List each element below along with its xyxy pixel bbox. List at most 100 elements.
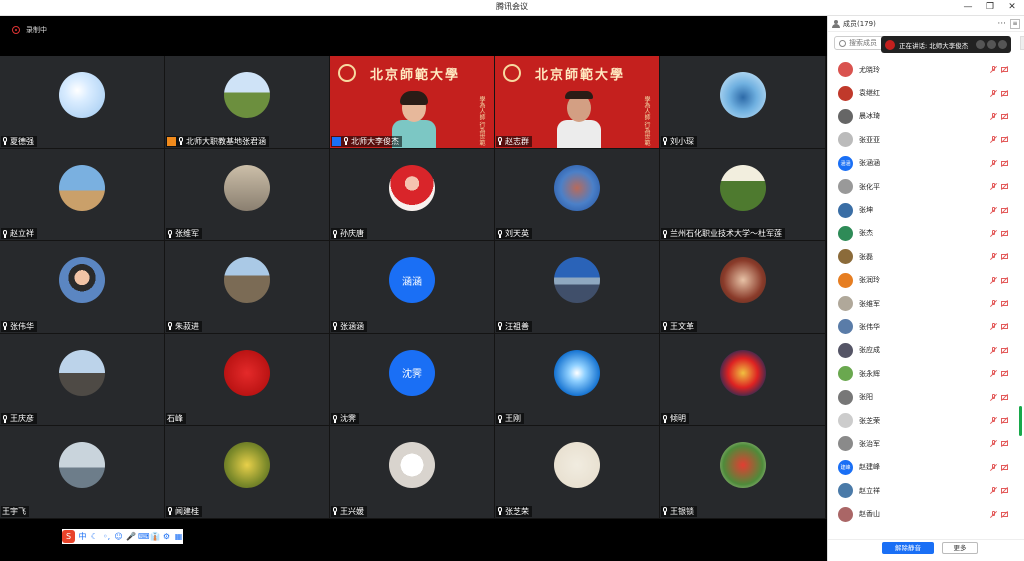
mic-muted-icon[interactable] <box>990 159 997 167</box>
participant-tile[interactable]: 赵立祥 <box>0 148 165 242</box>
participant-tile[interactable]: 孙庆唐 <box>330 148 495 242</box>
more-icon[interactable]: ··· <box>997 19 1006 29</box>
mic-muted-icon[interactable] <box>990 370 997 377</box>
camera-off-icon[interactable] <box>1001 370 1008 377</box>
chinese-mode-icon[interactable]: 中 <box>78 531 87 542</box>
participant-tile[interactable]: 王银锁 <box>660 426 826 519</box>
camera-off-icon[interactable] <box>1001 207 1008 214</box>
unmute-all-button[interactable]: 解除静音 <box>882 542 934 554</box>
mic-muted-icon[interactable] <box>990 66 997 73</box>
participant-tile[interactable]: 张伟华 <box>0 241 165 334</box>
camera-off-icon[interactable] <box>1001 160 1008 167</box>
camera-off-icon[interactable] <box>1001 464 1008 471</box>
member-row[interactable]: 尤晓玲 <box>828 58 1018 81</box>
participant-tile[interactable]: 北京師範大學 學為人師 行為世範 赵志群 <box>495 56 660 149</box>
participant-tile[interactable]: 北京師範大學 學為人師 行為世範 北师大李俊杰 <box>330 56 495 149</box>
camera-off-icon[interactable] <box>1001 440 1008 447</box>
mic-muted-icon[interactable] <box>990 440 997 447</box>
mic-muted-icon[interactable] <box>990 253 997 260</box>
camera-off-icon[interactable] <box>1001 487 1008 494</box>
mic-muted-icon[interactable] <box>990 276 997 284</box>
participant-tile[interactable]: 闻建桂 <box>165 426 330 519</box>
participant-tile[interactable]: 北师大职教基地张君涵 <box>165 56 330 149</box>
mic-muted-icon[interactable] <box>990 463 997 471</box>
skin-icon[interactable]: 👔 <box>150 532 160 541</box>
member-row[interactable]: 张维军 <box>828 292 1018 315</box>
participant-tile[interactable]: 张芝荣 <box>495 426 660 519</box>
minimize-button[interactable]: — <box>962 1 974 14</box>
mic-muted-icon[interactable] <box>990 300 997 307</box>
participant-tile[interactable]: 王宇飞 <box>0 426 165 519</box>
member-row[interactable]: 晨冰琦 <box>828 105 1018 128</box>
member-row[interactable]: 张永辉 <box>828 362 1018 385</box>
member-list-scrollbar[interactable] <box>1019 406 1022 436</box>
camera-off-icon[interactable] <box>1001 253 1008 260</box>
participant-tile[interactable]: 夏德强 <box>0 56 165 149</box>
speaker-video-icon[interactable] <box>976 40 985 49</box>
close-button[interactable]: ✕ <box>1006 1 1018 14</box>
camera-off-icon[interactable] <box>1001 230 1008 237</box>
restore-button[interactable]: ❐ <box>984 1 996 14</box>
camera-off-icon[interactable] <box>1001 183 1008 190</box>
participant-tile[interactable]: 王文革 <box>660 241 826 334</box>
speaker-return-icon[interactable] <box>998 40 1007 49</box>
member-row[interactable]: 张芝荣 <box>828 409 1018 432</box>
member-row[interactable]: 张润玲 <box>828 269 1018 292</box>
member-row[interactable]: 袁继红 <box>828 81 1018 104</box>
participant-tile[interactable]: 王庆彦 <box>0 333 165 427</box>
camera-off-icon[interactable] <box>1001 511 1008 518</box>
panel-minimize-button[interactable]: ≡ <box>1010 18 1020 29</box>
camera-off-icon[interactable] <box>1001 394 1008 401</box>
member-row[interactable]: 赵香山 <box>828 502 1018 525</box>
mic-muted-icon[interactable] <box>990 510 997 518</box>
camera-off-icon[interactable] <box>1001 66 1008 73</box>
participant-tile[interactable]: 沈霁 沈霁 <box>330 333 495 427</box>
participant-tile[interactable]: 刘天英 <box>495 148 660 242</box>
more-button[interactable]: 更多 <box>942 542 978 554</box>
participant-tile[interactable]: 朱菽进 <box>165 241 330 334</box>
camera-off-icon[interactable] <box>1001 300 1008 307</box>
mic-muted-icon[interactable] <box>990 417 997 424</box>
member-row[interactable]: 张亚亚 <box>828 128 1018 151</box>
participant-tile[interactable]: 涵涵 张涵涵 <box>330 241 495 334</box>
settings-icon[interactable]: ⚙ <box>162 532 171 541</box>
mic-muted-icon[interactable] <box>990 112 997 120</box>
member-row[interactable]: 建峰 赵建峰 <box>828 456 1018 479</box>
toolbox-icon[interactable]: ▦ <box>174 532 183 541</box>
participant-tile[interactable]: 王兴媛 <box>330 426 495 519</box>
mic-muted-icon[interactable] <box>990 323 997 330</box>
mic-muted-icon[interactable] <box>990 136 997 143</box>
punctuation-icon[interactable]: ◦, <box>102 532 111 541</box>
camera-off-icon[interactable] <box>1001 90 1008 97</box>
participant-tile[interactable]: 兰州石化职业技术大学～杜军莲 <box>660 148 826 242</box>
participant-tile[interactable]: 王刚 <box>495 333 660 427</box>
emoji-icon[interactable]: ☺ <box>114 532 123 541</box>
participant-tile[interactable]: 刘小琛 <box>660 56 826 149</box>
participant-tile[interactable]: 石峰 <box>165 333 330 427</box>
member-row[interactable]: 张应成 <box>828 339 1018 362</box>
mic-muted-icon[interactable] <box>990 229 997 237</box>
participant-tile[interactable]: 汪祖善 <box>495 241 660 334</box>
recording-indicator[interactable]: 录制中 <box>12 25 47 35</box>
member-row[interactable]: 张伟华 <box>828 315 1018 338</box>
camera-off-icon[interactable] <box>1001 347 1008 354</box>
panel-scroll-top[interactable] <box>1020 36 1024 50</box>
member-row[interactable]: 张阳 <box>828 385 1018 408</box>
mic-muted-icon[interactable] <box>990 89 997 97</box>
member-row[interactable]: 涵涵 张涵涵 <box>828 152 1018 175</box>
mic-muted-icon[interactable] <box>990 206 997 214</box>
camera-off-icon[interactable] <box>1001 323 1008 330</box>
camera-off-icon[interactable] <box>1001 417 1008 424</box>
mic-muted-icon[interactable] <box>990 183 997 190</box>
member-row[interactable]: 赵立祥 <box>828 479 1018 502</box>
member-row[interactable]: 张坤 <box>828 198 1018 221</box>
speaker-mic-icon[interactable] <box>987 40 996 49</box>
mic-muted-icon[interactable] <box>990 393 997 401</box>
member-row[interactable]: 张治军 <box>828 432 1018 455</box>
participant-tile[interactable]: 倾明 <box>660 333 826 427</box>
camera-off-icon[interactable] <box>1001 136 1008 143</box>
mic-muted-icon[interactable] <box>990 487 997 494</box>
participant-tile[interactable]: 张维军 <box>165 148 330 242</box>
member-row[interactable]: 张磊 <box>828 245 1018 268</box>
moon-icon[interactable]: ☾ <box>90 532 99 541</box>
